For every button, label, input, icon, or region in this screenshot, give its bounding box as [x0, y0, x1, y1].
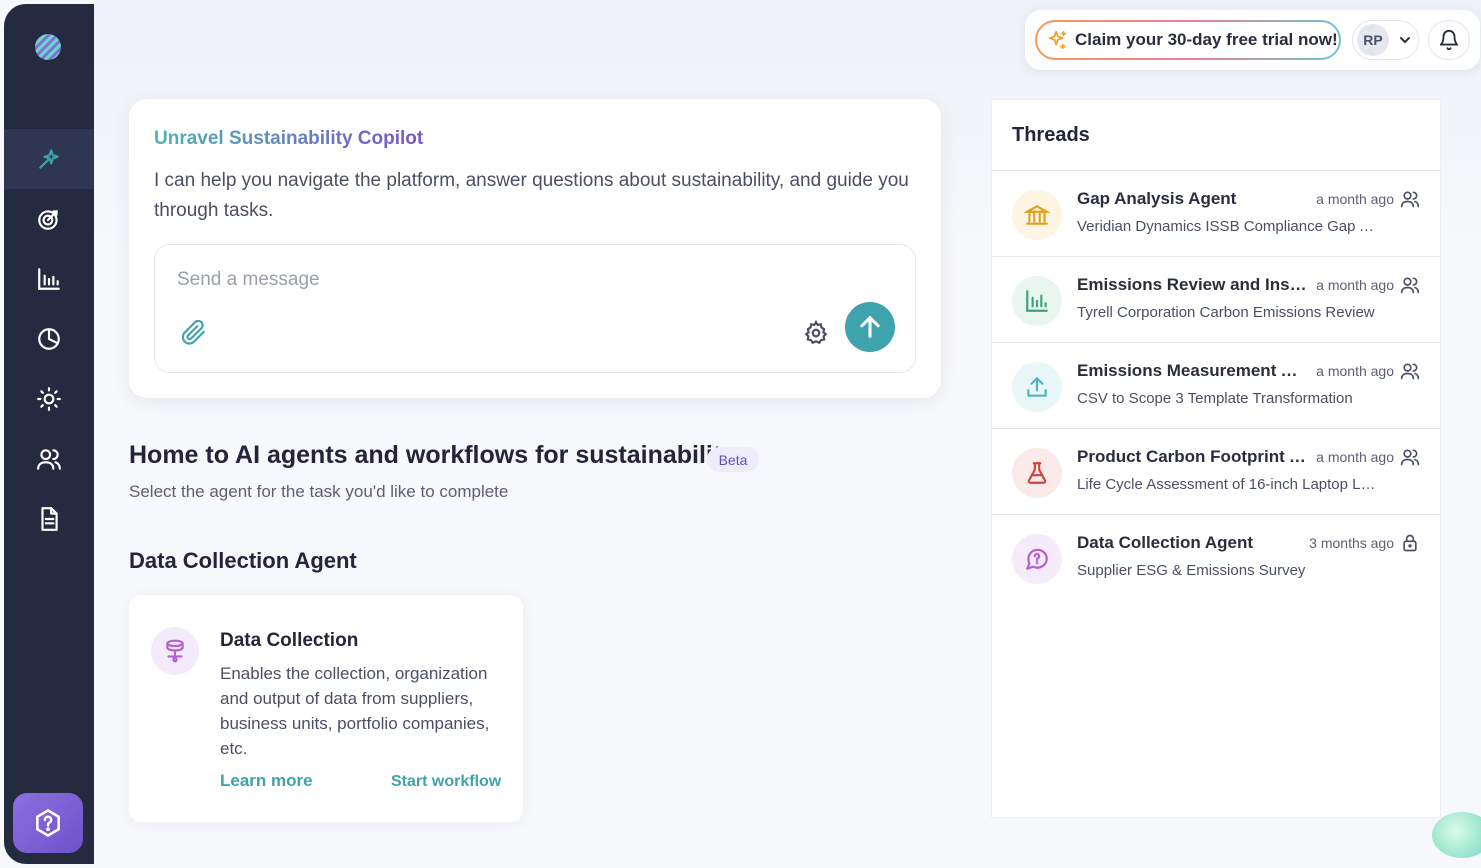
send-button[interactable] — [845, 302, 895, 352]
thread-name: Emissions Measurement Agent — [1077, 361, 1307, 380]
chat-widget-bubble[interactable] — [1432, 812, 1481, 858]
users-icon — [1400, 361, 1420, 386]
page-subtitle: Select the agent for the task you'd like… — [129, 482, 509, 501]
copilot-title: Unravel Sustainability Copilot — [154, 128, 424, 149]
gear-icon — [804, 320, 828, 345]
start-workflow-link[interactable]: Start workflow — [391, 773, 501, 791]
bell-icon — [1439, 30, 1459, 51]
sidebar-item-copilot[interactable] — [4, 129, 94, 189]
thread-time: a month ago — [1316, 191, 1394, 207]
sidebar-item-settings[interactable] — [4, 369, 94, 429]
thread-subtitle: Tyrell Corporation Carbon Emissions Revi… — [1077, 304, 1375, 321]
thread-item[interactable]: Product Carbon Footprint Agent a month a… — [992, 429, 1440, 515]
thread-subtitle: CSV to Scope 3 Template Transformation — [1077, 390, 1353, 407]
thread-item[interactable]: Gap Analysis Agent a month ago Veridian … — [992, 171, 1440, 257]
flask-icon — [1012, 448, 1062, 498]
thread-name: Product Carbon Footprint Agent — [1077, 447, 1307, 466]
thread-time: a month ago — [1316, 277, 1394, 293]
thread-time: a month ago — [1316, 449, 1394, 465]
copilot-card: Unravel Sustainability Copilot I can hel… — [129, 99, 941, 398]
bar-chart-icon — [1012, 276, 1062, 326]
top-bar: Claim your 30-day free trial now! RP — [1025, 10, 1480, 70]
page-title: Home to AI agents and workflows for sust… — [129, 441, 736, 469]
sun-icon — [37, 387, 61, 411]
copilot-description: I can help you navigate the platform, an… — [154, 170, 909, 221]
bar-chart-icon — [38, 268, 60, 290]
threads-panel: Threads Gap Analysis Agent a month ago V… — [991, 99, 1441, 818]
thread-time: a month ago — [1316, 363, 1394, 379]
message-box — [154, 244, 916, 373]
chevron-down-icon — [1400, 37, 1410, 44]
message-input[interactable] — [177, 265, 777, 295]
lock-icon — [1400, 533, 1420, 558]
agent-description: Enables the collection, organization and… — [220, 664, 490, 758]
user-menu-button[interactable]: RP — [1352, 20, 1419, 60]
sidebar-item-analytics[interactable] — [4, 249, 94, 309]
arrow-up-icon — [860, 316, 880, 338]
thread-item[interactable]: Emissions Measurement Agent a month ago … — [992, 343, 1440, 429]
agent-card[interactable]: Data Collection Enables the collection, … — [129, 595, 523, 822]
section-title: Data Collection Agent — [129, 548, 357, 573]
users-icon — [1400, 447, 1420, 472]
sidebar-item-reports[interactable] — [4, 309, 94, 369]
thread-name: Emissions Review and Insights Agent — [1077, 275, 1307, 294]
notifications-button[interactable] — [1428, 20, 1470, 60]
sparkles-icon — [1048, 30, 1067, 50]
question-chat-icon — [1012, 534, 1062, 584]
avatar: RP — [1357, 24, 1389, 56]
thread-time: 3 months ago — [1309, 535, 1394, 551]
sidebar-item-documents[interactable] — [4, 489, 94, 549]
sidebar-item-users[interactable] — [4, 429, 94, 489]
thread-subtitle: Veridian Dynamics ISSB Compliance Gap An… — [1077, 218, 1382, 235]
sidebar — [4, 4, 94, 864]
sidebar-item-targets[interactable] — [4, 189, 94, 249]
pie-chart-icon — [38, 328, 60, 350]
logo-icon[interactable] — [35, 34, 61, 60]
users-icon — [1400, 189, 1420, 214]
sparkle-icon — [39, 149, 59, 169]
upload-icon — [1012, 362, 1062, 412]
users-icon — [1400, 275, 1420, 300]
help-icon — [36, 809, 60, 837]
agent-name: Data Collection — [220, 630, 359, 651]
threads-title: Threads — [1012, 124, 1090, 146]
thread-subtitle: Supplier ESG & Emissions Survey — [1077, 562, 1306, 579]
free-trial-button[interactable]: Claim your 30-day free trial now! — [1035, 20, 1341, 60]
settings-button[interactable] — [803, 320, 829, 351]
paperclip-icon — [181, 319, 205, 345]
thread-subtitle: Life Cycle Assessment of 16-inch Laptop … — [1077, 476, 1382, 493]
free-trial-label: Claim your 30-day free trial now! — [1075, 30, 1338, 49]
thread-item[interactable]: Emissions Review and Insights Agent a mo… — [992, 257, 1440, 343]
database-icon — [151, 627, 199, 675]
thread-item[interactable]: Data Collection Agent 3 months ago Suppl… — [992, 515, 1440, 601]
thread-name: Gap Analysis Agent — [1077, 189, 1237, 208]
target-icon — [38, 210, 58, 230]
beta-badge: Beta — [707, 447, 759, 472]
bank-icon — [1012, 190, 1062, 240]
document-icon — [41, 507, 58, 531]
users-icon — [37, 449, 61, 470]
thread-name: Data Collection Agent — [1077, 533, 1253, 552]
learn-more-link[interactable]: Learn more — [220, 771, 313, 791]
help-button[interactable] — [13, 793, 83, 853]
attach-button[interactable] — [181, 319, 207, 351]
